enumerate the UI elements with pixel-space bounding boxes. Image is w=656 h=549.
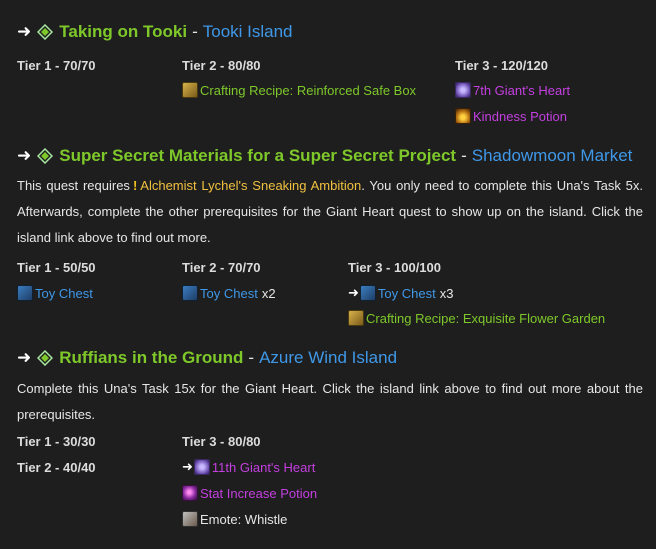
quest-title-super-secret: ➜ Super Secret Materials for a Super Sec… [17, 146, 633, 166]
toy-chest-icon [359, 285, 376, 301]
tier-label: Tier 1 - 50/50 [17, 260, 96, 275]
reward-item[interactable]: Toy Chest [17, 285, 93, 301]
quest-location-link[interactable]: Shadowmoon Market [472, 146, 633, 166]
quest-description: This quest requires! Alchemist Lychel's S… [17, 178, 643, 245]
prerequisite-quest-link[interactable]: Alchemist Lychel's Sneaking Ambition [140, 178, 361, 193]
reward-item[interactable]: Emote: Whistle [182, 511, 287, 527]
recipe-icon [348, 310, 364, 326]
tier-label: Tier 1 - 30/30 [17, 434, 96, 449]
reward-item[interactable]: ➜ 11th Giant's Heart [182, 459, 315, 475]
tier-label: Tier 2 - 70/70 [182, 260, 261, 275]
quest-emblem-icon [37, 148, 54, 164]
reward-item[interactable]: Toy Chest x2 [182, 285, 276, 301]
giants-heart-icon [193, 459, 210, 475]
reward-item[interactable]: 7th Giant's Heart [455, 82, 570, 98]
arrow-icon: ➜ [17, 348, 32, 367]
giants-heart-icon [455, 82, 471, 98]
toy-chest-icon [17, 285, 33, 301]
quest-title-taking-on-tooki: ➜ Taking on Tooki - Tooki Island [17, 22, 293, 42]
arrow-icon: ➜ [182, 459, 193, 474]
quest-name[interactable]: Taking on Tooki [59, 22, 187, 42]
quantity-label: x3 [439, 285, 454, 301]
recipe-icon [182, 82, 198, 98]
quest-location-link[interactable]: Azure Wind Island [259, 348, 397, 368]
quantity-label: x2 [261, 285, 276, 301]
exclamation-icon: ! [132, 178, 138, 193]
quest-title-ruffians: ➜ Ruffians in the Ground - Azure Wind Is… [17, 348, 398, 368]
reward-item[interactable]: Kindness Potion [455, 108, 567, 124]
reward-item[interactable]: Crafting Recipe: Exquisite Flower Garden [348, 310, 605, 326]
quest-emblem-icon [37, 24, 54, 40]
arrow-icon: ➜ [17, 146, 32, 165]
arrow-icon: ➜ [348, 285, 359, 300]
tier-label: Tier 2 - 40/40 [17, 460, 96, 475]
quest-location-link[interactable]: Tooki Island [203, 22, 293, 42]
tier-label: Tier 2 - 80/80 [182, 58, 261, 73]
potion-icon [455, 108, 471, 124]
tier-label: Tier 3 - 120/120 [455, 58, 548, 73]
arrow-icon: ➜ [17, 22, 32, 41]
reward-item[interactable]: ➜ Toy Chest x3 [348, 285, 453, 301]
tier-label: Tier 3 - 100/100 [348, 260, 441, 275]
stat-potion-icon [182, 485, 198, 501]
reward-item[interactable]: Crafting Recipe: Reinforced Safe Box [182, 82, 416, 98]
tier-label: Tier 3 - 80/80 [182, 434, 261, 449]
quest-emblem-icon [37, 350, 54, 366]
quest-name[interactable]: Super Secret Materials for a Super Secre… [59, 146, 456, 166]
reward-item[interactable]: Stat Increase Potion [182, 485, 317, 501]
tier-label: Tier 1 - 70/70 [17, 58, 96, 73]
emote-icon [182, 511, 198, 527]
quest-description: Complete this Una's Task 15x for the Gia… [17, 381, 643, 422]
quest-name[interactable]: Ruffians in the Ground [59, 348, 243, 368]
toy-chest-icon [182, 285, 198, 301]
